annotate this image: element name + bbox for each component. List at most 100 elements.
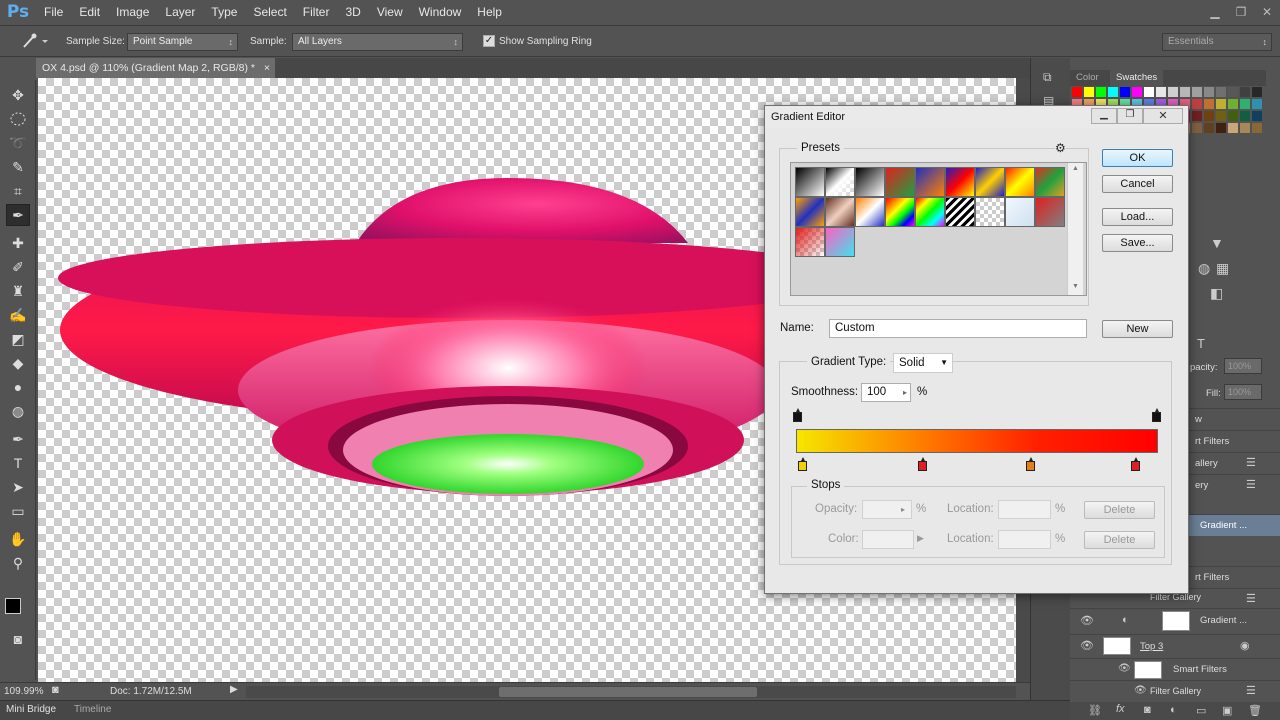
ok-button[interactable]: OK bbox=[1102, 149, 1173, 167]
gradient-preset[interactable] bbox=[1035, 197, 1065, 227]
history-brush-tool-icon[interactable]: ✍ bbox=[6, 304, 30, 326]
gradient-preset[interactable] bbox=[825, 197, 855, 227]
gradient-preset[interactable] bbox=[885, 197, 915, 227]
color-stop[interactable] bbox=[917, 457, 927, 471]
color-swatch[interactable] bbox=[1084, 87, 1094, 97]
color-delete-button[interactable]: Delete bbox=[1084, 531, 1155, 549]
gradient-preset[interactable] bbox=[915, 197, 945, 227]
color-swatch[interactable] bbox=[1228, 87, 1238, 97]
close-button[interactable]: ✕ bbox=[1254, 0, 1280, 24]
color-lookup-icon[interactable]: ▦ bbox=[1216, 260, 1229, 277]
color-swatch[interactable] bbox=[1144, 87, 1154, 97]
layer-row[interactable]: 👁 ◐ Gradient ... bbox=[1070, 608, 1280, 634]
presets-scrollbar[interactable]: ▲ ▼ bbox=[1067, 163, 1083, 295]
opacity-delete-button[interactable]: Delete bbox=[1084, 501, 1155, 519]
stop-opacity-field[interactable]: ▸ bbox=[862, 500, 912, 519]
smoothness-arrow-icon[interactable]: ▸ bbox=[903, 384, 907, 401]
color-swatch[interactable] bbox=[1252, 99, 1262, 109]
gradient-preset[interactable] bbox=[795, 227, 825, 257]
color-swatch[interactable] bbox=[1228, 111, 1238, 121]
tab-timeline[interactable]: Timeline bbox=[74, 704, 111, 715]
minimize-button[interactable]: ▁ bbox=[1202, 0, 1228, 24]
hue-saturation-icon[interactable]: ◍ bbox=[1198, 260, 1210, 277]
gradient-preset[interactable] bbox=[945, 167, 975, 197]
gradient-preset[interactable] bbox=[1005, 197, 1035, 227]
menu-edit[interactable]: Edit bbox=[71, 0, 108, 24]
color-swatch[interactable] bbox=[1216, 111, 1226, 121]
gradient-preset[interactable] bbox=[795, 167, 825, 197]
tab-swatches[interactable]: Swatches bbox=[1110, 70, 1164, 86]
visibility-eye-icon[interactable]: 👁 bbox=[1080, 639, 1094, 652]
color-swatch[interactable] bbox=[1216, 123, 1226, 133]
menu-3d[interactable]: 3D bbox=[337, 0, 368, 24]
layer-row[interactable]: 👁 Smart Filters bbox=[1070, 658, 1280, 680]
gradient-preset[interactable] bbox=[825, 227, 855, 257]
show-sampling-ring-checkbox[interactable]: ✓ bbox=[483, 35, 495, 47]
layer-row[interactable]: 👁 Top 3 ◉ bbox=[1070, 634, 1280, 658]
tab-mini-bridge[interactable]: Mini Bridge bbox=[6, 704, 56, 715]
stop-color-arrow-icon[interactable]: ▶ bbox=[917, 533, 924, 544]
history-panel-icon[interactable]: ⧉ bbox=[1043, 70, 1052, 85]
visibility-eye-icon[interactable]: 👁 bbox=[1118, 663, 1131, 674]
dodge-tool-icon[interactable]: ◍ bbox=[6, 400, 30, 422]
layer-row[interactable]: 👁 Filter Gallery ☰ bbox=[1070, 680, 1280, 702]
status-arrow-icon[interactable]: ▶ bbox=[230, 684, 238, 695]
menu-image[interactable]: Image bbox=[108, 0, 157, 24]
load-button[interactable]: Load... bbox=[1102, 208, 1173, 226]
name-field[interactable]: Custom bbox=[829, 319, 1087, 338]
color-swatch[interactable] bbox=[1132, 87, 1142, 97]
type-filter-icon[interactable]: T bbox=[1197, 336, 1205, 351]
quick-mask-icon[interactable]: ◙ bbox=[6, 628, 30, 650]
tab-color[interactable]: Color bbox=[1070, 70, 1105, 86]
gradient-preset[interactable] bbox=[1035, 167, 1065, 197]
blur-tool-icon[interactable]: ● bbox=[6, 376, 30, 398]
pen-tool-icon[interactable]: ✒ bbox=[6, 428, 30, 450]
quick-selection-tool-icon[interactable]: ✎ bbox=[6, 156, 30, 178]
smoothness-field[interactable]: 100 ▸ bbox=[861, 383, 911, 402]
gradient-map-icon[interactable]: ◧ bbox=[1210, 285, 1223, 302]
document-tab-close-icon[interactable]: × bbox=[264, 62, 270, 74]
color-stops-track[interactable] bbox=[796, 456, 1158, 472]
color-swatch[interactable] bbox=[1072, 87, 1082, 97]
hand-tool-icon[interactable]: ✋ bbox=[6, 528, 30, 550]
gradient-preset[interactable] bbox=[885, 167, 915, 197]
color-swatch[interactable] bbox=[1192, 123, 1202, 133]
gradient-preset[interactable] bbox=[975, 167, 1005, 197]
gradient-preset[interactable] bbox=[795, 197, 825, 227]
gradient-preset[interactable] bbox=[1005, 167, 1035, 197]
restore-button[interactable]: ❐ bbox=[1228, 0, 1254, 24]
color-swatch[interactable] bbox=[1240, 123, 1250, 133]
color-swatch[interactable] bbox=[1252, 111, 1262, 121]
color-swatch[interactable] bbox=[1120, 87, 1130, 97]
color-location-field[interactable] bbox=[998, 530, 1051, 549]
eraser-tool-icon[interactable]: ◩ bbox=[6, 328, 30, 350]
move-tool-icon[interactable]: ✥ bbox=[6, 84, 30, 106]
menu-help[interactable]: Help bbox=[469, 0, 510, 24]
filter-options-icon[interactable]: ☰ bbox=[1246, 456, 1256, 469]
filter-options-icon[interactable]: ☰ bbox=[1246, 592, 1256, 605]
zoom-tool-icon[interactable]: ⚲ bbox=[6, 552, 30, 574]
color-swatch[interactable] bbox=[1228, 123, 1238, 133]
color-swatch[interactable] bbox=[1228, 99, 1238, 109]
color-swatch[interactable] bbox=[1204, 123, 1214, 133]
visibility-eye-icon[interactable]: 👁 bbox=[1080, 614, 1094, 627]
gradient-preset[interactable] bbox=[855, 197, 885, 227]
new-layer-icon[interactable]: ▣ bbox=[1222, 704, 1232, 717]
opacity-stop-left[interactable] bbox=[793, 408, 802, 422]
clone-stamp-tool-icon[interactable]: ♜ bbox=[6, 280, 30, 302]
status-menu-icon[interactable]: ◙ bbox=[52, 684, 59, 696]
sample-dropdown[interactable]: All Layers bbox=[292, 33, 463, 51]
foreground-color-swatch[interactable] bbox=[5, 598, 21, 614]
type-tool-icon[interactable]: T bbox=[6, 452, 30, 474]
color-stop[interactable] bbox=[798, 457, 808, 471]
healing-brush-tool-icon[interactable]: ✚ bbox=[6, 232, 30, 254]
levels-adjustment-icon[interactable]: ▼ bbox=[1210, 235, 1224, 251]
sample-size-dropdown[interactable]: Point Sample bbox=[127, 33, 238, 51]
visibility-eye-icon[interactable]: 👁 bbox=[1134, 685, 1147, 696]
menu-file[interactable]: File bbox=[36, 0, 71, 24]
smart-filter-icon[interactable]: ◉ bbox=[1240, 639, 1250, 652]
color-swatch[interactable] bbox=[1156, 87, 1166, 97]
eyedropper-tool-icon[interactable]: ✒ bbox=[6, 204, 30, 226]
color-swatch[interactable] bbox=[1192, 87, 1202, 97]
color-swatch[interactable] bbox=[1204, 87, 1214, 97]
